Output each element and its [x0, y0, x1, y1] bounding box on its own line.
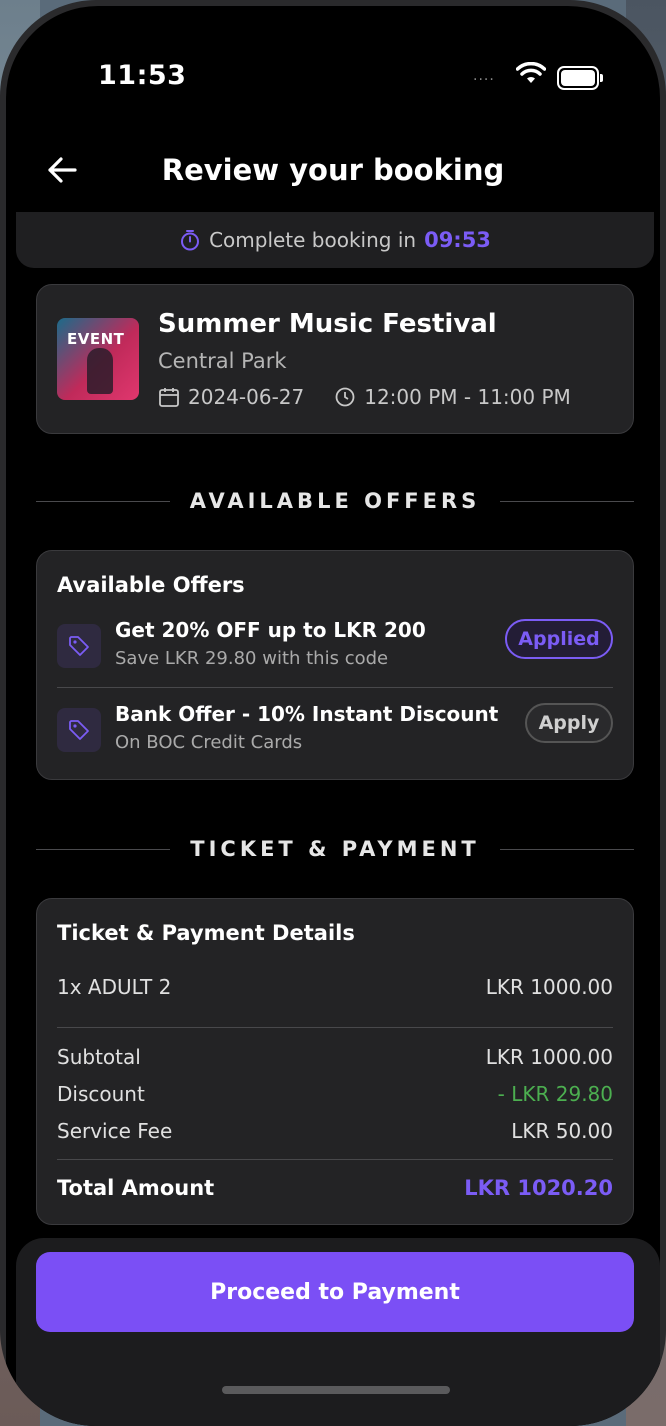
offer-subtitle: Save LKR 29.80 with this code — [115, 648, 389, 669]
offer-title: Get 20% OFF up to LKR 200 — [115, 618, 426, 642]
offers-title: Available Offers — [57, 573, 245, 597]
event-name: Summer Music Festival — [158, 309, 497, 339]
page-title: Review your booking — [161, 153, 505, 187]
service-fee-amount: LKR 50.00 — [511, 1119, 613, 1143]
discount-amount: - LKR 29.80 — [497, 1082, 613, 1106]
offers-divider-label: AVAILABLE OFFERS — [189, 489, 481, 513]
event-venue: Central Park — [158, 349, 287, 373]
signal-icon: .... — [473, 68, 495, 84]
payment-divider-label: TICKET & PAYMENT — [190, 837, 480, 861]
offer-title: Bank Offer - 10% Instant Discount — [115, 702, 499, 726]
offer-applied-button[interactable]: Applied — [505, 619, 613, 659]
clock-icon — [335, 387, 355, 407]
offer-item: Bank Offer - 10% Instant Discount On BOC… — [57, 702, 613, 768]
offers-divider: AVAILABLE OFFERS — [36, 486, 634, 516]
footer-bar: Proceed to Payment — [16, 1238, 660, 1426]
tag-icon — [57, 624, 101, 668]
home-indicator[interactable] — [222, 1386, 450, 1394]
total-row: Total Amount LKR 1020.20 — [57, 1176, 613, 1200]
total-amount: LKR 1020.20 — [464, 1176, 613, 1200]
subtotal-row: Subtotal LKR 1000.00 — [57, 1045, 613, 1069]
wifi-icon — [515, 61, 547, 90]
stopwatch-icon — [181, 230, 200, 251]
event-meta: 2024-06-27 12:00 PM - 11:00 PM — [158, 385, 571, 409]
timer-countdown: 09:53 — [424, 228, 491, 252]
payment-card: Ticket & Payment Details 1x ADULT 2 LKR … — [36, 898, 634, 1225]
payment-title: Ticket & Payment Details — [57, 921, 355, 945]
service-fee-row: Service Fee LKR 50.00 — [57, 1119, 613, 1143]
phone-frame: 11:53 .... Review your booking Complete … — [0, 0, 666, 1426]
total-label: Total Amount — [57, 1176, 215, 1200]
ticket-row: 1x ADULT 2 LKR 1000.00 — [57, 975, 613, 999]
ticket-label: 1x ADULT 2 — [57, 975, 172, 999]
offer-apply-button[interactable]: Apply — [525, 703, 613, 743]
offers-card: Available Offers Get 20% OFF up to LKR 2… — [36, 550, 634, 780]
poster-text: EVENT — [67, 330, 125, 348]
calendar-icon — [159, 388, 179, 407]
event-time: 12:00 PM - 11:00 PM — [364, 385, 571, 409]
app-screen: 11:53 .... Review your booking Complete … — [6, 6, 660, 1426]
proceed-to-payment-button[interactable]: Proceed to Payment — [36, 1252, 634, 1332]
timer-label: Complete booking in — [209, 228, 417, 252]
discount-row: Discount - LKR 29.80 — [57, 1082, 613, 1106]
event-date: 2024-06-27 — [188, 385, 305, 409]
subtotal-amount: LKR 1000.00 — [485, 1045, 613, 1069]
subtotal-label: Subtotal — [57, 1045, 141, 1069]
offer-item: Get 20% OFF up to LKR 200 Save LKR 29.80… — [57, 618, 613, 684]
discount-label: Discount — [57, 1082, 145, 1106]
event-card: EVENT Summer Music Festival Central Park… — [36, 284, 634, 434]
status-time: 11:53 — [98, 60, 187, 91]
service-fee-label: Service Fee — [57, 1119, 173, 1143]
booking-timer: Complete booking in 09:53 — [16, 212, 654, 268]
payment-divider: TICKET & PAYMENT — [36, 834, 635, 864]
battery-icon — [557, 66, 603, 90]
tag-icon — [57, 708, 101, 752]
offer-subtitle: On BOC Credit Cards — [115, 732, 303, 753]
event-poster: EVENT — [57, 318, 139, 400]
ticket-amount: LKR 1000.00 — [485, 975, 613, 999]
